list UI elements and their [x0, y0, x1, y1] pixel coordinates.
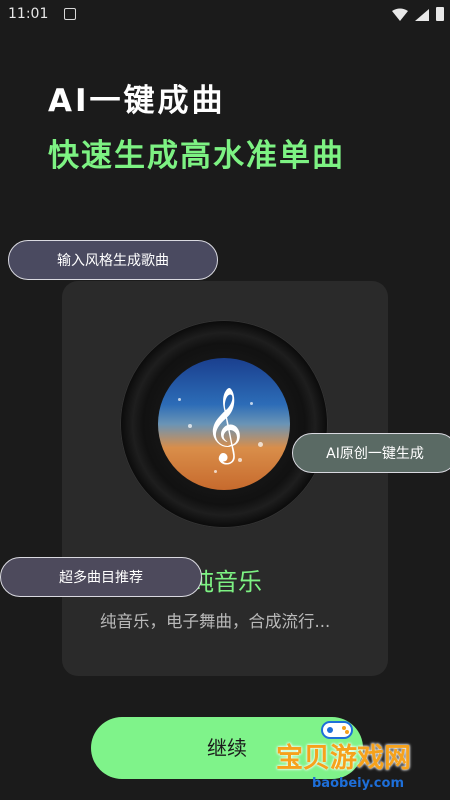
subheadline: 快速生成高水准单曲 [48, 138, 345, 174]
tag-ai-original: AI原创一键生成 [292, 433, 450, 473]
notification-icon [64, 8, 76, 20]
status-time: 11:01 [8, 6, 49, 22]
album-art: 𝄞 [158, 358, 290, 490]
sparkle-icon [238, 458, 242, 462]
status-bar: 11:01 [0, 0, 450, 32]
sparkle-icon [178, 398, 181, 401]
sparkle-icon [188, 424, 192, 428]
tag-input-style: 输入风格生成歌曲 [8, 240, 218, 280]
treble-clef-icon: 𝄞 [205, 388, 243, 462]
watermark-url: baobeiy.com [312, 776, 404, 791]
watermark-brand: 宝贝游戏网 [276, 743, 411, 774]
sparkle-icon [214, 470, 217, 473]
sparkle-icon [258, 442, 263, 447]
signal-icon [415, 9, 429, 21]
headline: AI一键成曲 [48, 83, 226, 119]
sparkle-icon [250, 402, 253, 405]
watermark: 宝贝游戏网 baobeiy.com [262, 720, 450, 800]
battery-icon [436, 7, 444, 21]
wifi-icon [392, 8, 408, 21]
card-description: 纯音乐，电子舞曲，合成流行... [100, 612, 331, 631]
tag-more-tracks: 超多曲目推荐 [0, 557, 202, 597]
